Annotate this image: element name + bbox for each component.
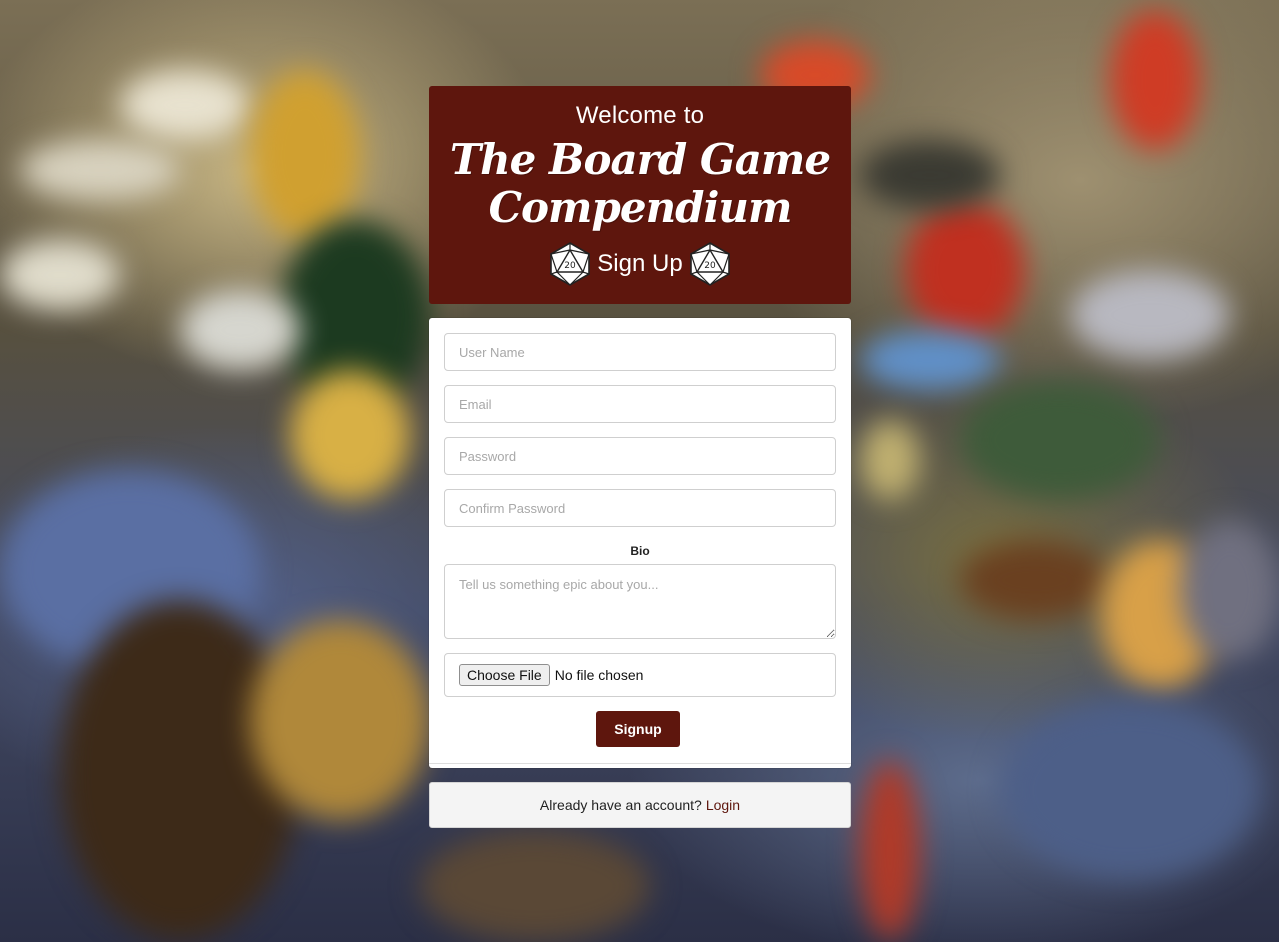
file-status-text: No file chosen <box>554 667 644 683</box>
login-prompt-card: Already have an account? Login <box>429 782 851 828</box>
avatar-file-input: Choose File No file chosen <box>444 653 836 697</box>
svg-text:20: 20 <box>704 261 716 271</box>
bio-label: Bio <box>630 544 650 558</box>
password-input[interactable] <box>444 437 836 475</box>
login-prompt-text: Already have an account? <box>539 797 702 813</box>
signup-heading: 20 Sign Up 20 <box>429 242 851 286</box>
username-input[interactable] <box>444 333 836 371</box>
welcome-header-card: Welcome to The Board Game Compendium 20 … <box>429 86 851 304</box>
signup-form: Bio Choose File No file chosen Signup <box>429 318 851 768</box>
welcome-text: Welcome to <box>575 102 705 129</box>
d20-dice-icon: 20 <box>689 242 730 286</box>
choose-file-button[interactable]: Choose File <box>459 664 550 686</box>
bio-textarea[interactable] <box>444 564 836 639</box>
confirm-password-input[interactable] <box>444 489 836 527</box>
d20-dice-icon: 20 <box>549 242 591 286</box>
svg-text:20: 20 <box>565 261 577 271</box>
login-link[interactable]: Login <box>706 797 740 813</box>
form-divider <box>429 763 851 768</box>
signup-button[interactable]: Signup <box>596 711 680 747</box>
app-title: The Board Game Compendium <box>449 135 831 232</box>
email-input[interactable] <box>444 385 836 423</box>
signup-title: Sign Up <box>597 250 683 277</box>
